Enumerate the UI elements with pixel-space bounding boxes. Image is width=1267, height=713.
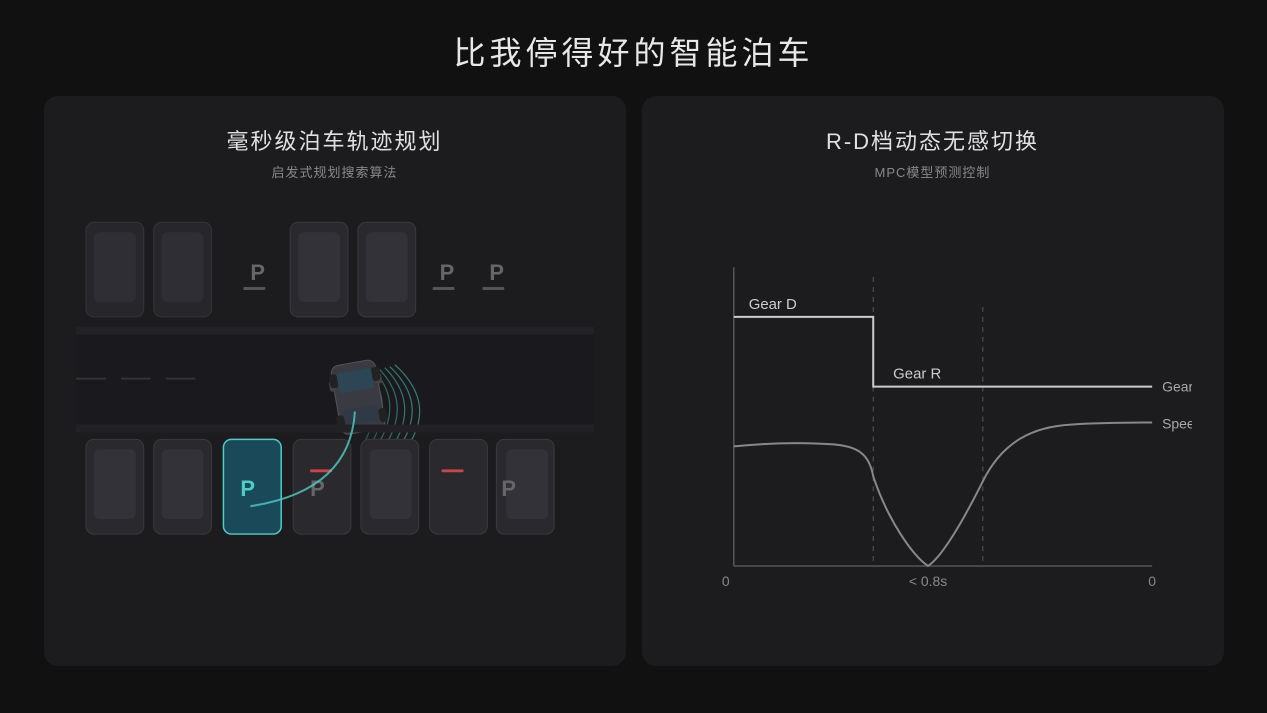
svg-text:Gear: Gear bbox=[1162, 379, 1192, 395]
svg-text:P: P bbox=[489, 260, 504, 285]
chart-area: Gear D Gear R Gear Speed 0 < 0.8s 0 bbox=[674, 197, 1192, 646]
svg-text:P: P bbox=[310, 476, 325, 501]
svg-text:Gear R: Gear R bbox=[893, 366, 941, 383]
svg-text:Gear D: Gear D bbox=[748, 296, 796, 313]
svg-text:P: P bbox=[501, 476, 516, 501]
parking-area: P P P bbox=[76, 197, 594, 646]
left-panel-title: 毫秒级泊车轨迹规划 bbox=[226, 124, 442, 156]
left-panel: 毫秒级泊车轨迹规划 启发式规划搜索算法 P bbox=[44, 96, 626, 666]
left-panel-subtitle: 启发式规划搜索算法 bbox=[271, 162, 397, 181]
parking-diagram: P P P bbox=[76, 197, 594, 646]
svg-text:0: 0 bbox=[1148, 573, 1156, 589]
svg-text:P: P bbox=[240, 476, 255, 501]
panels-row: 毫秒级泊车轨迹规划 启发式规划搜索算法 P bbox=[44, 96, 1224, 666]
svg-text:P: P bbox=[250, 260, 265, 285]
gear-speed-chart: Gear D Gear R Gear Speed 0 < 0.8s 0 bbox=[674, 197, 1192, 646]
right-panel: R-D档动态无感切换 MPC模型预测控制 Gear D bbox=[642, 96, 1224, 666]
svg-text:Speed: Speed bbox=[1162, 415, 1192, 431]
page-title: 比我停得好的智能泊车 bbox=[453, 28, 813, 74]
svg-text:0: 0 bbox=[721, 573, 729, 589]
svg-text:< 0.8s: < 0.8s bbox=[908, 573, 946, 589]
right-panel-title: R-D档动态无感切换 bbox=[826, 124, 1039, 156]
svg-text:P: P bbox=[439, 260, 454, 285]
right-panel-subtitle: MPC模型预测控制 bbox=[875, 162, 991, 181]
